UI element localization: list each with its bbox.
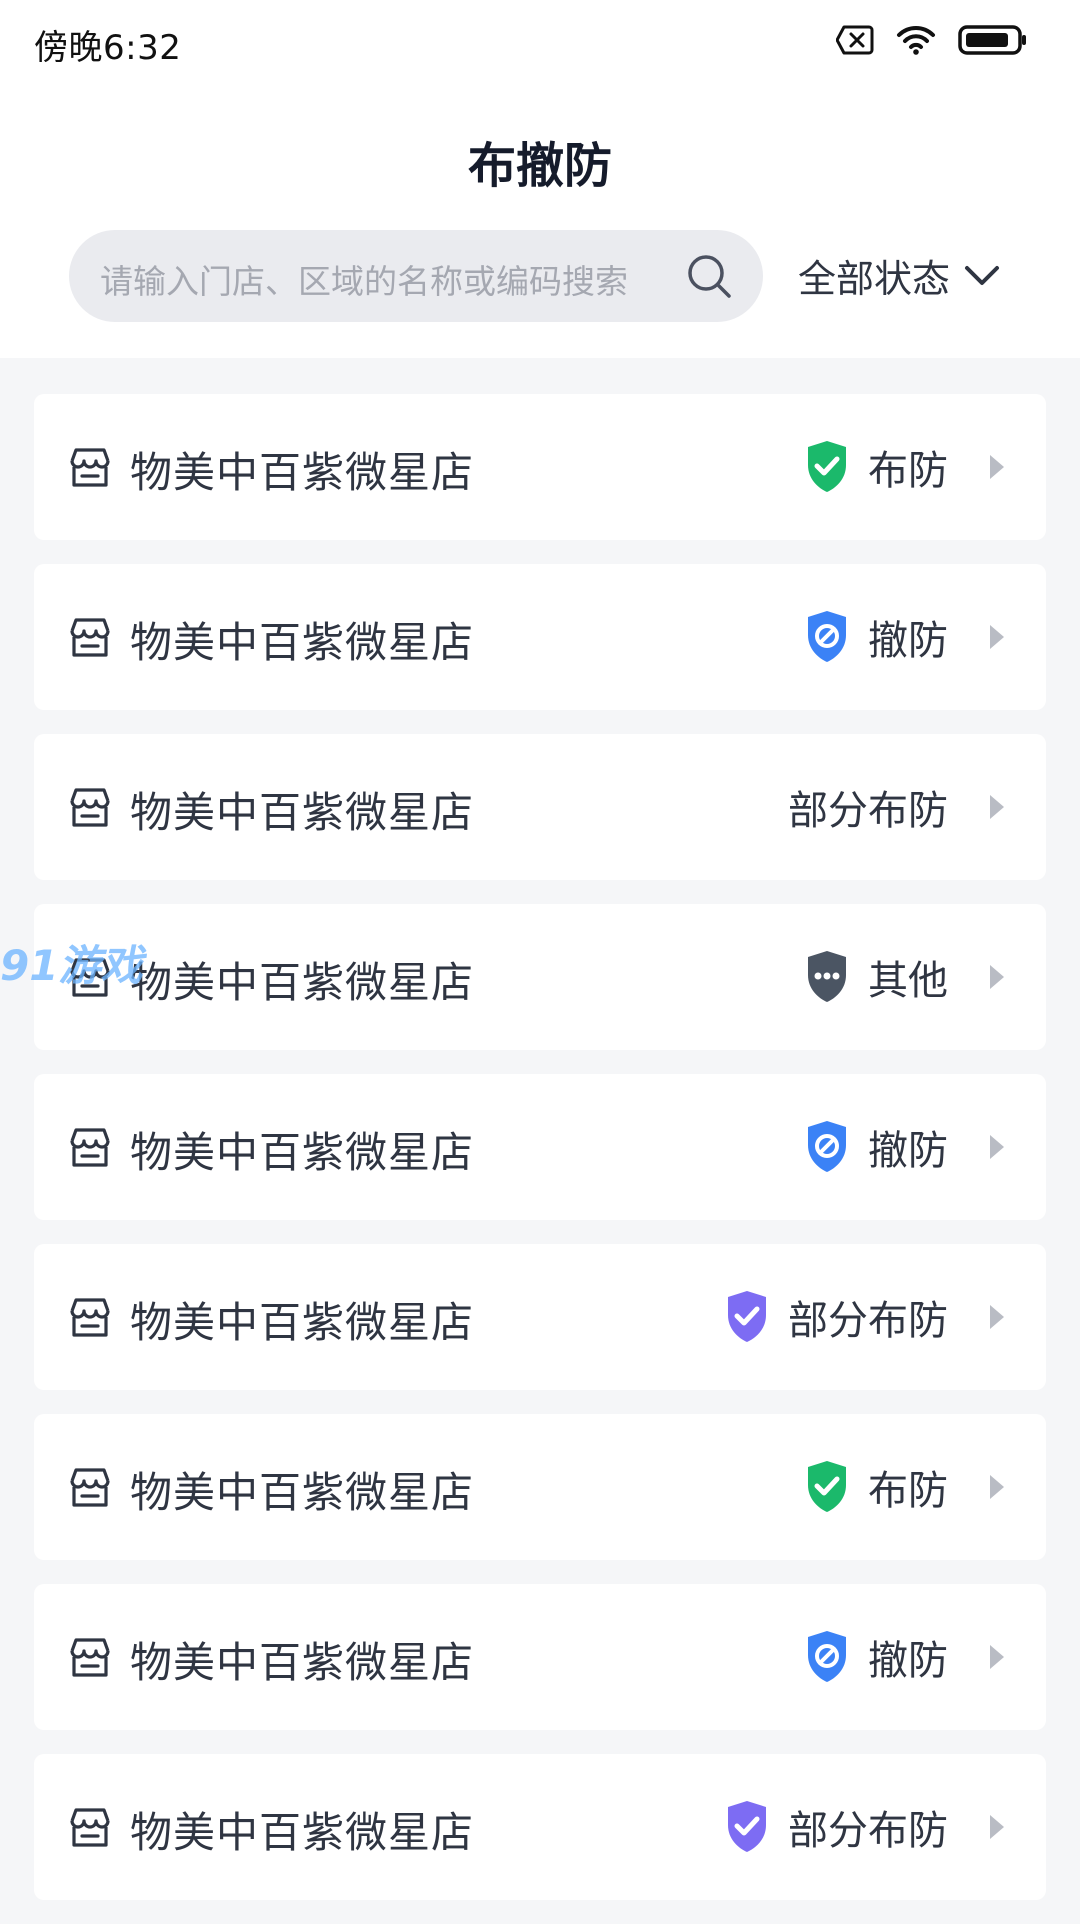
store-icon <box>68 787 112 833</box>
shield-check-icon <box>804 1459 850 1515</box>
shield-check-icon <box>724 1289 770 1345</box>
store-name: 物美中百紫微星店 <box>130 618 475 667</box>
store-icon <box>68 447 112 493</box>
store-name: 物美中百紫微星店 <box>130 1128 475 1177</box>
chevron-down-icon <box>965 265 1000 285</box>
arm-status: 撤防 <box>804 1628 948 1686</box>
watermark-text: 91游戏 <box>0 941 143 990</box>
search-placeholder: 请输入门店、区域的名称或编码搜索 <box>100 262 628 301</box>
chevron-right-icon <box>990 1305 1004 1329</box>
status-time: 傍晚6:32 <box>34 28 182 68</box>
arm-status-label: 撤防 <box>868 1128 948 1174</box>
sim-off-icon <box>836 25 874 55</box>
store-icon <box>68 1467 112 1513</box>
arm-status: 其他 <box>804 948 948 1006</box>
chevron-right-icon <box>990 1135 1004 1159</box>
arm-status-label: 布防 <box>868 448 948 494</box>
status-filter-label: 全部状态 <box>798 257 951 301</box>
store-icon <box>68 617 112 663</box>
store-icon <box>68 1127 112 1173</box>
shield-ban-icon <box>804 1629 850 1685</box>
watermark-logo: 91游戏 <box>0 932 142 993</box>
arm-status-label: 部分布防 <box>788 1808 948 1854</box>
store-name: 物美中百紫微星店 <box>130 1298 475 1347</box>
chevron-right-icon <box>990 795 1004 819</box>
store-icon <box>68 1807 112 1853</box>
arm-status-label: 撤防 <box>868 1638 948 1684</box>
arm-status-label: 撤防 <box>868 618 948 664</box>
shield-ban-icon <box>804 609 850 665</box>
status-filter-dropdown[interactable]: 全部状态 <box>798 248 1000 303</box>
store-row[interactable]: 物美中百紫微星店 布防 <box>34 394 1046 540</box>
arm-status: 部分布防 <box>788 778 948 836</box>
arm-status: 撤防 <box>804 1118 948 1176</box>
store-list: 物美中百紫微星店 布防 物美中百紫微星店 撤防 物美中百紫微星店 部分布防 物美… <box>34 394 1046 1924</box>
arm-status-label: 其他 <box>868 958 948 1004</box>
store-name: 物美中百紫微星店 <box>130 788 475 837</box>
status-bar: 傍晚6:32 <box>0 0 1080 84</box>
store-icon <box>68 1637 112 1683</box>
arm-status: 部分布防 <box>724 1288 948 1346</box>
arm-status: 布防 <box>804 438 948 496</box>
chevron-right-icon <box>990 965 1004 989</box>
battery-icon <box>958 25 1026 55</box>
shield-check-icon <box>724 1799 770 1855</box>
store-name: 物美中百紫微星店 <box>130 1468 475 1517</box>
search-icon[interactable] <box>685 252 733 300</box>
arm-status-label: 布防 <box>868 1468 948 1514</box>
arm-status: 撤防 <box>804 608 948 666</box>
chevron-right-icon <box>990 1475 1004 1499</box>
store-name: 物美中百紫微星店 <box>130 958 475 1007</box>
search-input[interactable]: 请输入门店、区域的名称或编码搜索 <box>69 230 763 322</box>
arm-status-label: 部分布防 <box>788 788 948 834</box>
store-row[interactable]: 物美中百紫微星店 撤防 <box>34 1074 1046 1220</box>
status-icons <box>836 24 1028 56</box>
store-row[interactable]: 物美中百紫微星店 撤防 <box>34 564 1046 710</box>
arm-status: 部分布防 <box>724 1798 948 1856</box>
store-row[interactable]: 物美中百紫微星店 其他 <box>34 904 1046 1050</box>
store-row[interactable]: 物美中百紫微星店 布防 <box>34 1414 1046 1560</box>
store-row[interactable]: 物美中百紫微星店 部分布防 <box>34 1754 1046 1900</box>
store-row[interactable]: 物美中百紫微星店 撤防 <box>34 1584 1046 1730</box>
shield-more-icon <box>804 949 850 1005</box>
chevron-right-icon <box>990 455 1004 479</box>
chevron-right-icon <box>990 625 1004 649</box>
shield-ban-icon <box>804 1119 850 1175</box>
store-name: 物美中百紫微星店 <box>130 1808 475 1857</box>
arm-status-label: 部分布防 <box>788 1298 948 1344</box>
store-name: 物美中百紫微星店 <box>130 448 475 497</box>
page-title: 布撤防 <box>467 138 612 194</box>
store-name: 物美中百紫微星店 <box>130 1638 475 1687</box>
arm-status: 布防 <box>804 1458 948 1516</box>
shield-check-icon <box>804 439 850 495</box>
store-icon <box>68 1297 112 1343</box>
store-row[interactable]: 物美中百紫微星店 部分布防 <box>34 1244 1046 1390</box>
wifi-icon <box>897 25 935 55</box>
chevron-right-icon <box>990 1815 1004 1839</box>
store-row[interactable]: 物美中百紫微星店 部分布防 <box>34 734 1046 880</box>
chevron-right-icon <box>990 1645 1004 1669</box>
